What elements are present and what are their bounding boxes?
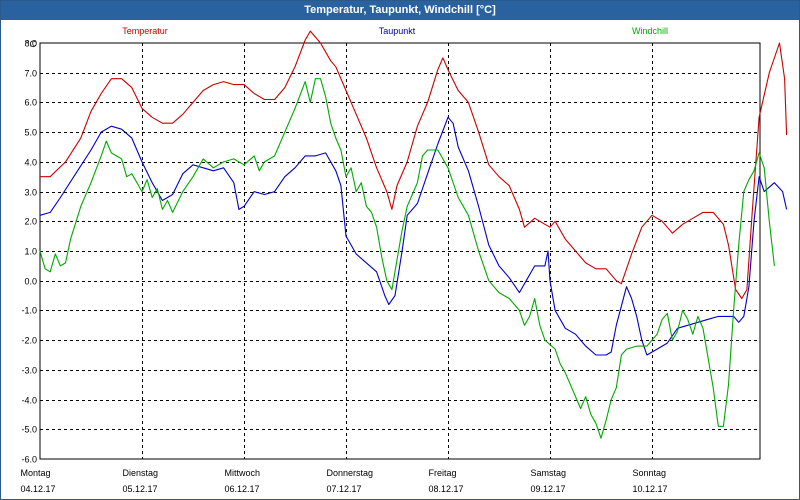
x-tick-day: Montag bbox=[21, 468, 51, 478]
y-tick-label: -6.0 bbox=[21, 455, 37, 465]
y-tick-label: -2.0 bbox=[21, 336, 37, 346]
y-tick-label: 1.0 bbox=[24, 247, 37, 257]
series-line-temperatur bbox=[40, 30, 788, 300]
y-axis-label: °C bbox=[26, 39, 37, 49]
x-tick-date: 05.12.17 bbox=[123, 484, 158, 494]
y-tick-label: -5.0 bbox=[21, 425, 37, 435]
x-tick-date: 04.12.17 bbox=[21, 484, 56, 494]
x-tick-day: Dienstag bbox=[123, 468, 159, 478]
x-tick-date: 07.12.17 bbox=[327, 484, 362, 494]
x-tick-date: 09.12.17 bbox=[531, 484, 566, 494]
x-tick-date: 08.12.17 bbox=[429, 484, 464, 494]
legend-windchill: Windchill bbox=[632, 26, 668, 36]
y-tick-label: 5.0 bbox=[24, 128, 37, 138]
x-tick-day: Donnerstag bbox=[327, 468, 374, 478]
y-tick-label: -3.0 bbox=[21, 366, 37, 376]
y-tick-label: 0.0 bbox=[24, 277, 37, 287]
grid bbox=[40, 43, 760, 459]
y-tick-label: -4.0 bbox=[21, 396, 37, 406]
series bbox=[39, 30, 788, 439]
chart-plot: 8.07.06.05.04.03.02.01.00.0-1.0-2.0-3.0-… bbox=[21, 26, 788, 494]
legend-temperatur: Temperatur bbox=[122, 26, 168, 36]
y-tick-label: 3.0 bbox=[24, 188, 37, 198]
y-tick-label: 7.0 bbox=[24, 69, 37, 79]
x-tick-day: Sonntag bbox=[633, 468, 667, 478]
x-tick-day: Mittwoch bbox=[225, 468, 261, 478]
x-tick-date: 10.12.17 bbox=[633, 484, 668, 494]
legend-taupunkt: Taupunkt bbox=[379, 26, 416, 36]
x-tick-day: Samstag bbox=[531, 468, 567, 478]
x-tick-day: Freitag bbox=[429, 468, 457, 478]
series-line-taupunkt bbox=[39, 116, 788, 356]
y-tick-label: 6.0 bbox=[24, 98, 37, 108]
x-tick-date: 06.12.17 bbox=[225, 484, 260, 494]
labels: 8.07.06.05.04.03.02.01.00.0-1.0-2.0-3.0-… bbox=[21, 26, 669, 494]
y-tick-label: 2.0 bbox=[24, 217, 37, 227]
y-tick-label: 4.0 bbox=[24, 158, 37, 168]
y-tick-label: -1.0 bbox=[21, 306, 37, 316]
